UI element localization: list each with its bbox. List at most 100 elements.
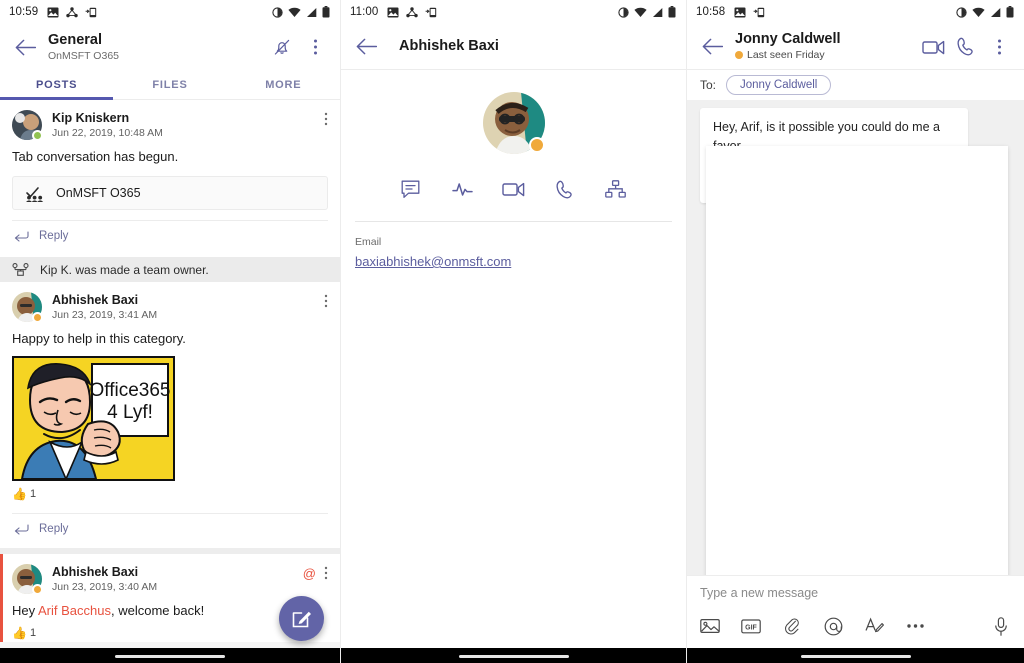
status-bar: 11:00	[341, 0, 686, 24]
reply-label: Reply	[39, 230, 69, 242]
post-image-meme[interactable]: Office365 4 Lyf!	[12, 356, 175, 481]
profile-app-bar: Abhishek Baxi	[341, 24, 686, 70]
team-name: OnMSFT O365	[48, 49, 119, 62]
reply-arrow-icon	[14, 230, 29, 242]
status-bar: 10:58	[687, 0, 1024, 24]
post-item[interactable]: Abhishek Baxi Jun 23, 2019, 3:41 AM Happ…	[0, 282, 340, 544]
compose-fab-button[interactable]	[279, 596, 324, 641]
page-title: General	[48, 31, 102, 48]
gif-icon[interactable]: GIF	[741, 616, 761, 636]
back-arrow-icon[interactable]	[8, 30, 42, 64]
posts-feed[interactable]: Kip Kniskern Jun 22, 2019, 10:48 AM Tab …	[0, 100, 340, 663]
wifi-icon	[288, 7, 301, 18]
post-text-after: , welcome back!	[111, 603, 205, 618]
avatar[interactable]	[12, 564, 43, 595]
reply-row[interactable]: Reply	[12, 514, 328, 544]
channel-tabs: POSTS FILES MORE	[0, 70, 340, 100]
status-bar-system-icons	[272, 6, 330, 18]
more-vertical-icon[interactable]	[984, 32, 1014, 62]
more-vertical-icon[interactable]	[324, 566, 328, 580]
share-icon	[406, 6, 419, 18]
tab-card[interactable]: OnMSFT O365	[12, 176, 328, 210]
post-author-block: Abhishek Baxi Jun 23, 2019, 3:40 AM	[52, 564, 157, 595]
post-actions	[324, 110, 328, 126]
profile-action-row	[341, 175, 686, 203]
profile-avatar-wrap	[341, 92, 686, 154]
wifi-icon	[634, 7, 647, 18]
phone-icon[interactable]	[550, 175, 580, 203]
share-icon	[66, 6, 78, 18]
status-bar-notification-icons	[734, 7, 765, 18]
message-input[interactable]: Type a new message	[700, 586, 818, 600]
reaction-row[interactable]: 👍 1	[12, 481, 328, 503]
tab-files[interactable]: FILES	[113, 70, 226, 99]
more-vertical-icon[interactable]	[300, 32, 330, 62]
post-item[interactable]: Kip Kniskern Jun 22, 2019, 10:48 AM Tab …	[0, 100, 340, 251]
phone-icon[interactable]	[951, 32, 981, 62]
microphone-icon[interactable]	[991, 616, 1011, 636]
team-card-icon	[25, 185, 45, 202]
avatar[interactable]	[482, 92, 545, 154]
post-author-name: Kip Kniskern	[52, 111, 130, 125]
channel-app-bar: General OnMSFT O365	[0, 24, 340, 70]
channel-app-bar-actions	[267, 32, 330, 62]
activity-icon[interactable]	[448, 175, 478, 203]
back-arrow-icon[interactable]	[349, 30, 383, 64]
status-bar-system-icons	[956, 6, 1014, 18]
mention-link[interactable]: Arif Bacchus	[38, 603, 111, 618]
post-text-before: Hey	[12, 603, 39, 618]
chat-message-area[interactable]: Hey, Arif, is it possible you could do m…	[687, 100, 1024, 575]
format-text-icon[interactable]	[864, 616, 884, 636]
post-author-name: Abhishek Baxi	[52, 293, 139, 307]
bell-off-icon[interactable]	[267, 32, 297, 62]
channel-title-block: General OnMSFT O365	[48, 32, 119, 63]
page-title: Jonny Caldwell	[735, 31, 841, 47]
presence-status-text: Last seen Friday	[747, 49, 825, 61]
chat-icon[interactable]	[397, 175, 427, 203]
message-composer[interactable]: Type a new message	[687, 575, 1024, 609]
tab-more[interactable]: MORE	[227, 70, 340, 99]
post-header: Kip Kniskern Jun 22, 2019, 10:48 AM	[12, 110, 328, 141]
image-icon	[387, 7, 399, 18]
at-mention-icon[interactable]	[823, 616, 843, 636]
avatar[interactable]	[12, 292, 43, 323]
composer-toolbar: GIF	[687, 609, 1024, 643]
post-text: Happy to help in this category.	[12, 331, 186, 346]
recipient-chip[interactable]: Jonny Caldwell	[726, 75, 832, 95]
signal-icon	[306, 7, 317, 18]
avatar[interactable]	[12, 110, 43, 141]
status-bar-notification-icons	[47, 6, 97, 18]
profile-title-block: Abhishek Baxi	[399, 38, 499, 55]
presence-indicator	[528, 137, 545, 153]
contrast-icon	[956, 6, 967, 18]
system-message-row: Kip K. was made a team owner.	[0, 257, 340, 282]
more-vertical-icon[interactable]	[324, 294, 328, 308]
more-vertical-icon[interactable]	[324, 112, 328, 126]
contrast-icon	[618, 6, 629, 18]
post-author-block: Kip Kniskern Jun 22, 2019, 10:48 AM	[52, 110, 163, 141]
video-call-icon[interactable]	[499, 175, 529, 203]
image-icon[interactable]	[700, 616, 720, 636]
paperclip-icon[interactable]	[782, 616, 802, 636]
reaction-count: 1	[29, 488, 37, 500]
video-call-icon[interactable]	[918, 32, 948, 62]
tab-card-label: OnMSFT O365	[56, 186, 141, 200]
presence-indicator	[32, 130, 43, 141]
compose-overlay-panel[interactable]	[706, 146, 1008, 575]
to-label: To:	[700, 78, 717, 92]
presence-indicator	[32, 584, 43, 595]
android-nav-bar	[0, 648, 340, 663]
battery-icon	[1006, 6, 1014, 18]
meme-text-line2: 4 Lyf!	[107, 402, 153, 423]
org-chart-icon[interactable]	[601, 175, 631, 203]
back-arrow-icon[interactable]	[695, 30, 729, 64]
thumbs-up-icon: 👍	[12, 626, 27, 640]
email-field-value[interactable]: baxiabhishek@onmsft.com	[355, 254, 672, 269]
contrast-icon	[272, 6, 283, 18]
reply-arrow-icon	[14, 523, 29, 535]
more-horizontal-icon[interactable]	[905, 616, 925, 636]
recipient-row: To: Jonny Caldwell	[687, 70, 1024, 100]
chat-title-block: Jonny Caldwell Last seen Friday	[735, 31, 841, 62]
reply-row[interactable]: Reply	[12, 221, 328, 251]
tab-posts[interactable]: POSTS	[0, 70, 113, 99]
